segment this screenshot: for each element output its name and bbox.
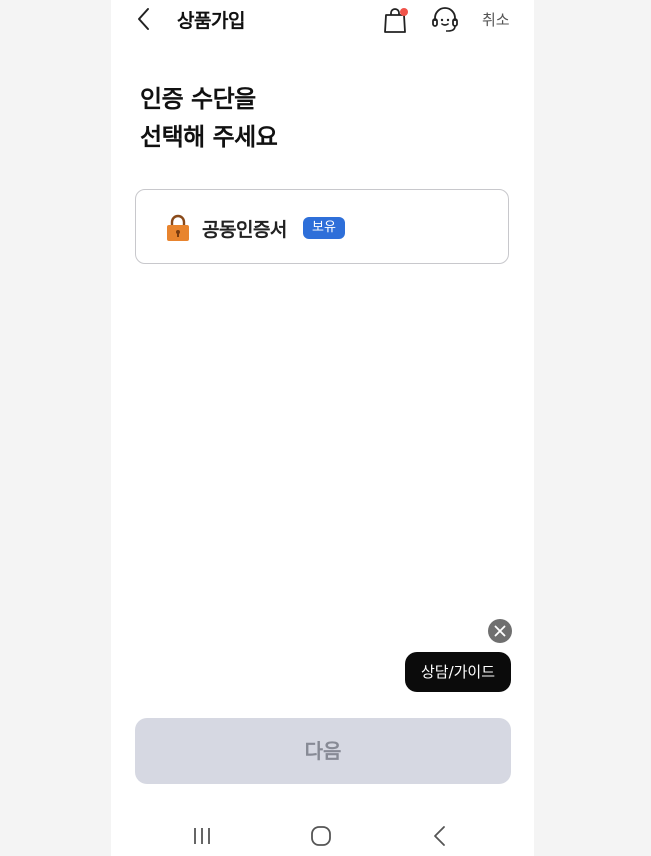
- heading-line-1: 인증 수단을: [140, 85, 256, 113]
- support-button[interactable]: [430, 5, 460, 35]
- home-button[interactable]: [309, 824, 333, 848]
- instruction-heading: 인증 수단을 선택해 주세요: [140, 80, 278, 156]
- lock-icon: [167, 214, 189, 241]
- recent-apps-icon: [194, 828, 210, 844]
- heading-line-2: 선택해 주세요: [140, 123, 278, 151]
- home-icon: [311, 826, 331, 846]
- back-icon: [434, 826, 445, 846]
- system-back-button[interactable]: [429, 824, 451, 848]
- notification-dot: [400, 8, 408, 16]
- cart-button[interactable]: [382, 6, 408, 34]
- close-guide-button[interactable]: [488, 619, 512, 643]
- page-title: 상품가입: [177, 10, 245, 32]
- top-bar: 상품가입 취소: [111, 0, 534, 40]
- back-button[interactable]: [133, 6, 157, 32]
- screen: 상품가입 취소 인증 수단을 선택해 주세요 공동인증서 보유 상담/가이드 다…: [111, 0, 534, 856]
- auth-option-label: 공동인증서: [202, 219, 287, 241]
- chevron-left-icon: [138, 8, 149, 30]
- consult-guide-button[interactable]: 상담/가이드: [405, 652, 511, 692]
- headset-icon: [432, 7, 458, 32]
- next-button[interactable]: 다음: [135, 718, 511, 784]
- close-icon: [494, 625, 506, 637]
- auth-option-joint-certificate[interactable]: 공동인증서 보유: [135, 189, 509, 264]
- cancel-button[interactable]: 취소: [482, 9, 510, 30]
- recent-apps-button[interactable]: [191, 825, 213, 847]
- system-navigation-bar: [111, 815, 534, 856]
- owned-badge: 보유: [303, 217, 345, 239]
